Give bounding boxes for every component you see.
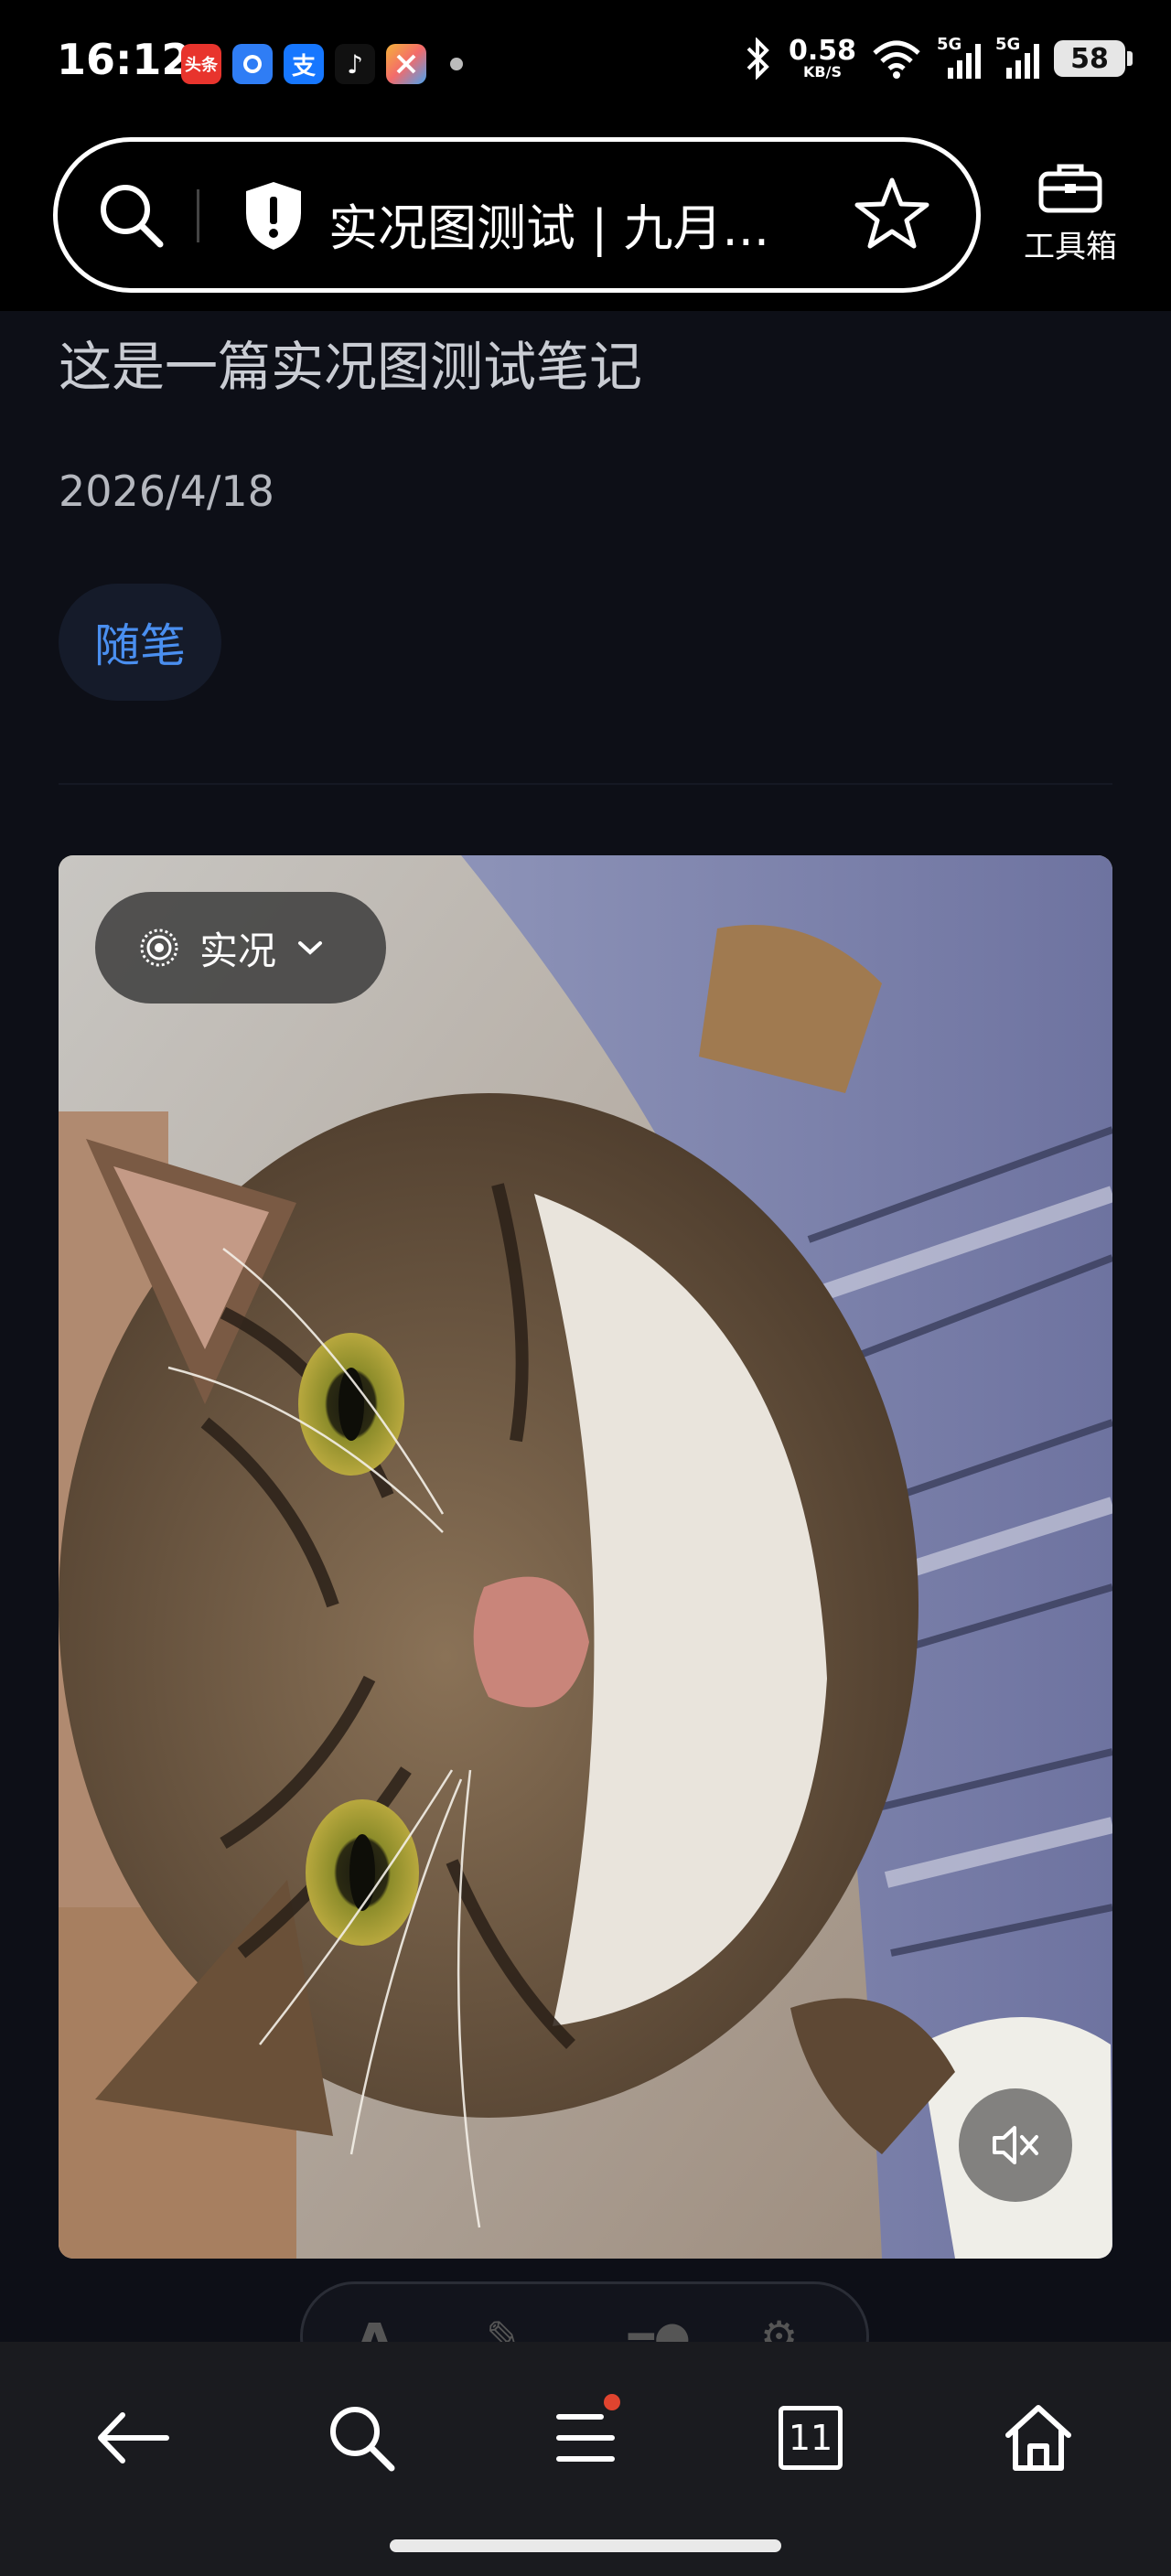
toutiao-app-icon: 头条 xyxy=(181,44,221,84)
font-size-icon[interactable]: A xyxy=(354,2312,395,2342)
notification-app-icons: 头条 支 ♪ xyxy=(181,44,463,84)
menu-button[interactable] xyxy=(540,2392,631,2484)
article-date: 2026/4/18 xyxy=(59,467,274,516)
browser-address-bar: 实况图测试 | 九月... 工具箱 xyxy=(0,128,1171,311)
toutiao-app-label: 头条 xyxy=(185,56,218,75)
chevron-down-icon xyxy=(298,941,323,955)
alipay-app-label: 支 xyxy=(291,52,316,80)
wifi-icon xyxy=(873,40,920,79)
battery-level: 58 xyxy=(1070,42,1109,75)
colorful-app-icon xyxy=(386,44,426,84)
back-button[interactable] xyxy=(87,2392,178,2484)
signal-5g-icon-2: 5G xyxy=(995,35,1039,80)
toolbox-button[interactable]: 工具箱 xyxy=(1017,161,1123,266)
category-tag[interactable]: 随笔 xyxy=(59,584,221,701)
tiktok-app-icon: ♪ xyxy=(335,44,375,84)
settings-gear-icon[interactable]: ⚙ xyxy=(760,2312,798,2342)
menu-icon xyxy=(556,2414,615,2462)
battery-icon: 58 xyxy=(1054,40,1133,77)
status-bar: 16:12 头条 支 ♪ 0.58 KB/S 5G 5G 58 xyxy=(0,0,1171,128)
browser-bottom-nav: 11 xyxy=(0,2342,1171,2576)
back-icon xyxy=(98,2412,169,2463)
article-page[interactable]: 这是一篇实况图测试笔记 2026/4/18 随笔 实况 ✎ ━● ⚙ xyxy=(0,311,1171,2342)
live-photo-toggle[interactable]: 实况 xyxy=(95,892,386,1004)
status-indicators: 0.58 KB/S 5G 5G 58 xyxy=(743,35,1133,80)
signal-5g-icon-1: 5G xyxy=(937,35,981,80)
toolbox-icon xyxy=(1038,164,1102,213)
content-divider xyxy=(59,783,1112,785)
floating-format-toolbar[interactable]: A ✎ ━● ⚙ xyxy=(300,2281,869,2342)
bookmark-star-icon[interactable] xyxy=(854,175,930,252)
tabs-icon: 11 xyxy=(779,2406,843,2470)
page-title[interactable]: 实况图测试 | 九月... xyxy=(328,188,769,260)
url-field[interactable]: 实况图测试 | 九月... xyxy=(53,137,981,293)
slider-icon[interactable]: ━● xyxy=(628,2312,691,2342)
alipay-app-icon: 支 xyxy=(284,44,324,84)
security-shield-icon[interactable] xyxy=(241,178,306,253)
speaker-muted-icon xyxy=(993,2126,1038,2164)
live-photo[interactable]: 实况 xyxy=(59,855,1112,2259)
search-icon xyxy=(330,2407,395,2472)
tab-count: 11 xyxy=(788,2418,833,2458)
article-subtitle: 这是一篇实况图测试笔记 xyxy=(59,336,643,398)
cat-photo-image xyxy=(59,855,1112,2259)
live-photo-icon xyxy=(140,928,178,967)
live-photo-label: 实况 xyxy=(199,928,277,973)
network-speed: 0.58 KB/S xyxy=(789,38,856,80)
home-icon xyxy=(1005,2405,1071,2471)
bluetooth-icon xyxy=(747,38,769,80)
tabs-button[interactable]: 11 xyxy=(765,2392,856,2484)
more-notifications-dot xyxy=(450,58,463,70)
home-button[interactable] xyxy=(993,2392,1084,2484)
home-indicator[interactable] xyxy=(390,2539,781,2552)
mute-button[interactable] xyxy=(959,2088,1072,2202)
notification-dot xyxy=(604,2394,620,2410)
highlight-icon[interactable]: ✎ xyxy=(486,2312,521,2342)
network-speed-unit: KB/S xyxy=(803,63,842,80)
status-time: 16:12 xyxy=(57,35,191,84)
url-divider xyxy=(197,189,199,242)
toolbox-label: 工具箱 xyxy=(1024,229,1117,265)
tiktok-app-label: ♪ xyxy=(347,48,363,80)
network-speed-value: 0.58 xyxy=(788,35,856,67)
blue-app-icon xyxy=(232,44,273,84)
search-icon[interactable] xyxy=(94,178,167,252)
search-button[interactable] xyxy=(316,2392,407,2484)
